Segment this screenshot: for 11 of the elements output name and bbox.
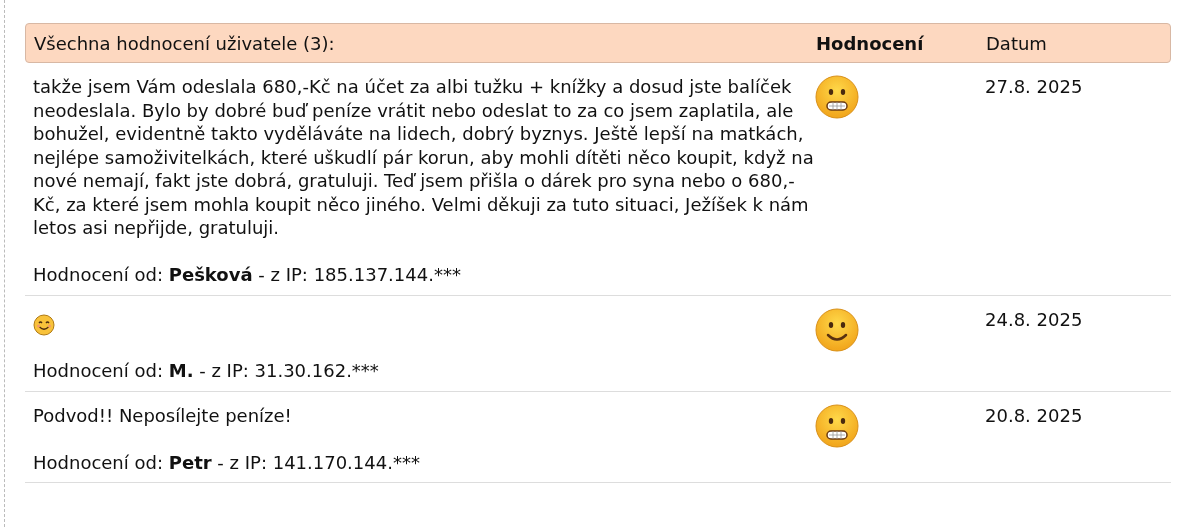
- column-header: Datum: [986, 31, 1048, 56]
- author-line: Hodnocení od: Pešková - z IP: 185.137.144.***: [33, 263, 462, 287]
- review-date: 27.8. 2025: [985, 75, 1084, 99]
- review-date: 20.8. 2025: [985, 403, 1084, 428]
- header-title: Všechna hodnocení uživatele (3):: [33, 31, 336, 56]
- review-text: Podvod!! Neposílejte peníze!: [33, 403, 293, 427]
- author-line: Hodnocení od: Petr - z IP: 141.170.144.***: [33, 450, 421, 474]
- review-text: takže jsem Vám odeslala 680,-Kč na účet za albi tužku + knížky a dosud jste balíček neodeslala. Bylo by dobré buď peníze vrátit nebo odeslat to za co jsem zaplatila, ale bohužel, evidentně takto vyděláváte na lidech, dobrý byznys. Ještě lepší na matkách, nejlépe samoživitelkách, které uškudlí pár korun, aby mohli dítěti něco koupit, když na nové nemají, fakt jste dobrá, gratuluji. Teď jsem přišla o dárek pro syna nebo o 680,-Kč, za které jsem mohla koupit něco jiného. Velmi děkuji za tuto situaci, Ježíšek k nám letos asi nepřijde, gratuluji.: [33, 75, 815, 240]
- author-line: Hodnocení od: M. - z IP: 31.30.162.***: [33, 359, 380, 383]
- review-date: 24.8. 2025: [985, 307, 1084, 332]
- column-header: Hodnocení: [816, 31, 925, 56]
